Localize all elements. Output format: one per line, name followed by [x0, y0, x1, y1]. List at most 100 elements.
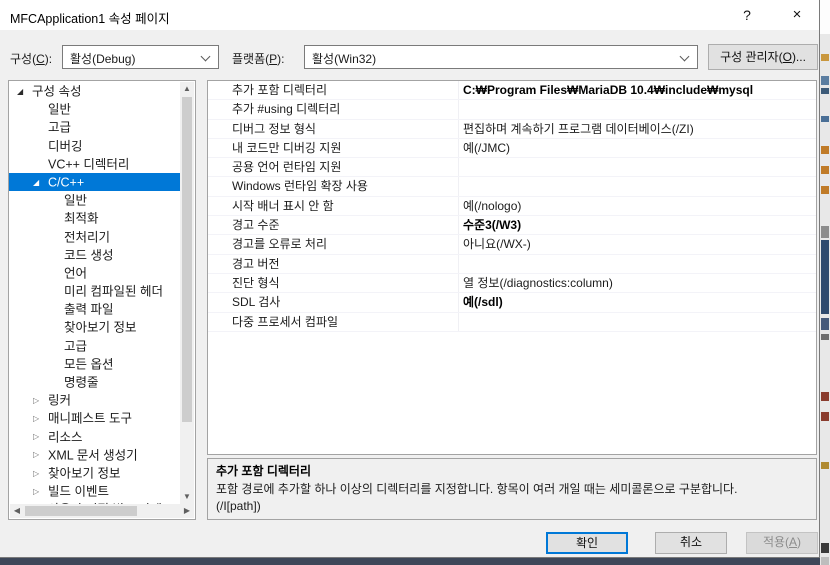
tree-item-precompiled-headers[interactable]: 미리 컴파일된 헤더: [9, 282, 180, 300]
tree-item-label: 모든 옵션: [64, 357, 114, 372]
tree-collapsed-icon[interactable]: ▷: [33, 410, 48, 428]
tree-item-vcpp-directories[interactable]: VC++ 디렉터리: [9, 155, 180, 173]
property-row[interactable]: 경고 수준 수준3(/W3): [208, 216, 816, 236]
configuration-value: 활성(Debug): [70, 52, 136, 66]
property-label: 경고 수준: [208, 216, 459, 235]
background-window-strip: [820, 0, 830, 565]
property-value[interactable]: 열 정보(/diagnostics:column): [459, 274, 816, 292]
property-row[interactable]: 시작 배너 표시 안 함 예(/nologo): [208, 196, 816, 217]
scroll-down-icon[interactable]: ▼: [180, 490, 194, 504]
platform-dropdown[interactable]: 활성(Win32): [304, 45, 698, 69]
property-row[interactable]: 진단 형식 열 정보(/diagnostics:column): [208, 273, 816, 294]
scroll-left-icon[interactable]: ◀: [10, 504, 24, 518]
property-label: 내 코드만 디버깅 지원: [208, 138, 459, 158]
configuration-tree-panel: ◢ 구성 속성 일반 고급 디버깅 VC++ 디렉터리 ◢ C/C++ 일반 최적화 전처리기 코드 …: [8, 80, 196, 520]
tree-item-c-cpp-general[interactable]: 일반: [9, 191, 180, 209]
property-value[interactable]: [459, 158, 816, 176]
scroll-up-icon[interactable]: ▲: [180, 82, 194, 96]
property-label: 시작 배너 표시 안 함: [208, 196, 459, 216]
scrollbar-thumb[interactable]: [182, 97, 192, 422]
tree-item-label: XML 문서 생성기: [48, 448, 138, 463]
property-value[interactable]: 수준3(/W3): [459, 216, 816, 234]
property-row[interactable]: 추가 포함 디렉터리 C:₩Program Files₩MariaDB 10.4₩…: [208, 81, 816, 101]
property-label: SDL 검사: [208, 293, 459, 312]
cancel-button[interactable]: 취소: [655, 532, 727, 554]
scrollbar-thumb[interactable]: [25, 506, 137, 516]
tree-item-label: 링커: [48, 393, 72, 408]
titlebar[interactable]: MFCApplication1 속성 페이지 ? ×: [0, 0, 819, 30]
property-row[interactable]: 공용 언어 런타임 지원: [208, 158, 816, 178]
tree-expanded-icon[interactable]: ◢: [33, 174, 48, 192]
tree-item-configuration-properties[interactable]: ◢ 구성 속성: [9, 82, 180, 100]
property-row[interactable]: 추가 #using 디렉터리: [208, 100, 816, 120]
description-text: 포함 경로에 추가할 하나 이상의 디렉터리를 지정합니다. 항목이 여러 개일…: [216, 482, 738, 496]
property-value[interactable]: 예(/JMC): [459, 139, 816, 157]
tree-item-c-cpp-advanced[interactable]: 고급: [9, 337, 180, 355]
tree-item-general[interactable]: 일반: [9, 100, 180, 118]
tree-item-manifest-tool[interactable]: ▷ 매니페스트 도구: [9, 409, 180, 427]
tree-item-debugging[interactable]: 디버깅: [9, 137, 180, 155]
property-value[interactable]: 아니요(/WX-): [459, 235, 816, 253]
tree-item-label: 고급: [64, 339, 88, 354]
ok-button[interactable]: 확인: [546, 532, 628, 554]
tree-vertical-scrollbar[interactable]: ▲ ▼: [180, 82, 194, 504]
tree-collapsed-icon[interactable]: ▷: [33, 446, 48, 464]
help-icon[interactable]: ?: [727, 0, 767, 30]
tree-item-advanced[interactable]: 고급: [9, 118, 180, 136]
tree-collapsed-icon[interactable]: ▷: [33, 483, 48, 501]
tree-item-output-files[interactable]: 출력 파일: [9, 300, 180, 318]
tree-item-label: 명령줄: [64, 375, 99, 390]
tree-item-xml-document-generator[interactable]: ▷ XML 문서 생성기: [9, 446, 180, 464]
property-row[interactable]: 경고 버전: [208, 254, 816, 274]
platform-label: 플랫폼(P):: [232, 52, 285, 66]
property-pages-dialog: MFCApplication1 속성 페이지 ? × 구성(C): 활성(Deb…: [0, 0, 820, 558]
property-label: 추가 #using 디렉터리: [208, 100, 459, 119]
tree-item-label: 찾아보기 정보: [48, 466, 121, 481]
description-title: 추가 포함 디렉터리: [216, 464, 311, 478]
tree-item-label: C/C++: [48, 175, 85, 190]
tree-item-code-generation[interactable]: 코드 생성: [9, 246, 180, 264]
property-row[interactable]: Windows 런타임 확장 사용: [208, 177, 816, 197]
tree-collapsed-icon[interactable]: ▷: [33, 465, 48, 483]
property-value[interactable]: 편집하며 계속하기 프로그램 데이터베이스(/ZI): [459, 120, 816, 138]
tree-item-label: 구성 속성: [32, 84, 82, 99]
tree-item-browse-information-top[interactable]: ▷ 찾아보기 정보: [9, 464, 180, 482]
tree-item-build-events[interactable]: ▷ 빌드 이벤트: [9, 482, 180, 500]
property-value[interactable]: [459, 313, 816, 331]
property-row[interactable]: 디버그 정보 형식 편집하며 계속하기 프로그램 데이터베이스(/ZI): [208, 119, 816, 139]
property-row[interactable]: 다중 프로세서 컴파일: [208, 312, 816, 332]
property-value[interactable]: [459, 100, 816, 118]
configuration-label: 구성(C):: [10, 52, 53, 66]
tree-item-preprocessor[interactable]: 전처리기: [9, 228, 180, 246]
tree-item-command-line[interactable]: 명령줄: [9, 373, 180, 391]
tree-item-all-options[interactable]: 모든 옵션: [9, 355, 180, 373]
property-value[interactable]: [459, 255, 816, 273]
tree-item-browse-information[interactable]: 찾아보기 정보: [9, 318, 180, 336]
tree-collapsed-icon[interactable]: ▷: [33, 428, 48, 446]
property-label: 다중 프로세서 컴파일: [208, 312, 459, 331]
window-title: MFCApplication1 속성 페이지: [10, 12, 170, 26]
property-row[interactable]: 경고를 오류로 처리 아니요(/WX-): [208, 235, 816, 255]
tree-collapsed-icon[interactable]: ▷: [33, 392, 48, 410]
property-value[interactable]: 예(/sdl): [459, 293, 816, 311]
property-row[interactable]: SDL 검사 예(/sdl): [208, 293, 816, 313]
configuration-dropdown[interactable]: 활성(Debug): [62, 45, 219, 69]
scroll-right-icon[interactable]: ▶: [180, 504, 194, 518]
tree-item-optimization[interactable]: 최적화: [9, 209, 180, 227]
tree-item-label: 출력 파일: [64, 302, 114, 317]
tree-item-language[interactable]: 언어: [9, 264, 180, 282]
tree-horizontal-scrollbar[interactable]: ◀ ▶: [10, 504, 194, 518]
property-label: 경고를 오류로 처리: [208, 235, 459, 254]
tree-expanded-icon[interactable]: ◢: [17, 83, 32, 101]
tree-item-c-cpp[interactable]: ◢ C/C++: [9, 172, 180, 192]
tree-item-label: 일반: [48, 102, 72, 117]
configuration-manager-button[interactable]: 구성 관리자(O)...: [708, 44, 818, 70]
close-icon[interactable]: ×: [777, 0, 817, 30]
property-value[interactable]: 예(/nologo): [459, 197, 816, 215]
property-row[interactable]: 내 코드만 디버깅 지원 예(/JMC): [208, 138, 816, 159]
tree-item-resources[interactable]: ▷ 리소스: [9, 428, 180, 446]
property-value[interactable]: [459, 177, 816, 195]
property-value[interactable]: C:₩Program Files₩MariaDB 10.4₩include₩my…: [459, 81, 816, 99]
tree-item-label: 고급: [48, 120, 72, 135]
tree-item-linker[interactable]: ▷ 링커: [9, 391, 180, 409]
